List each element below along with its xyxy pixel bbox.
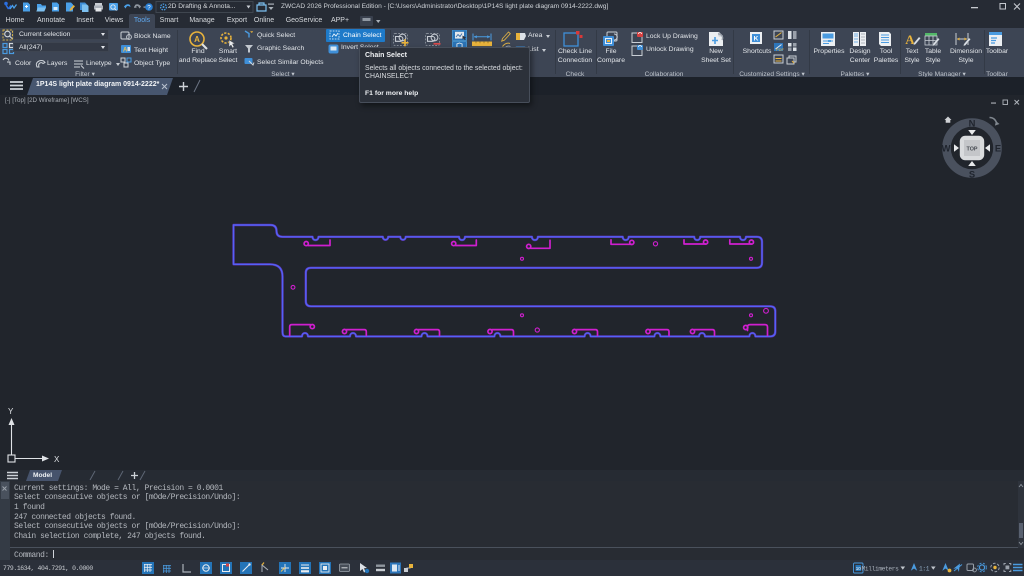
svg-text:K: K bbox=[754, 36, 759, 43]
svg-text:Y: Y bbox=[8, 407, 14, 416]
svg-text:A: A bbox=[194, 35, 200, 44]
svg-text:Millimeters: Millimeters bbox=[862, 565, 900, 572]
svg-text:X: X bbox=[54, 455, 60, 464]
svg-text:?: ? bbox=[147, 4, 151, 11]
svg-text:A: A bbox=[123, 48, 128, 54]
svg-text:1:1: 1:1 bbox=[919, 565, 930, 572]
svg-text:10: 10 bbox=[856, 566, 862, 571]
svg-text:PDF: PDF bbox=[776, 47, 785, 52]
